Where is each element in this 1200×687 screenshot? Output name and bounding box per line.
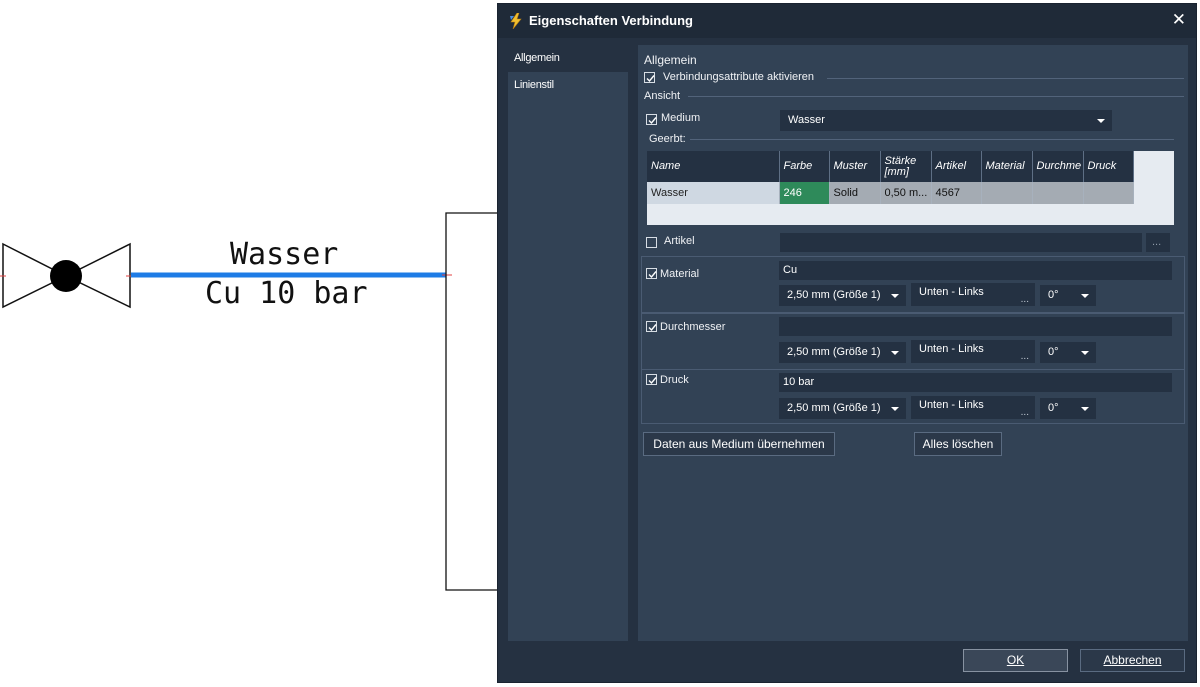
chevron-down-icon bbox=[1081, 294, 1089, 298]
check-icon bbox=[648, 271, 657, 279]
material-angle-select[interactable]: 0° bbox=[1040, 285, 1096, 306]
cancel-button-label: Abbrechen bbox=[1103, 653, 1162, 667]
chevron-down-icon bbox=[891, 351, 899, 355]
chevron-down-icon bbox=[1081, 351, 1089, 355]
durchmesser-label: Durchmesser bbox=[660, 321, 726, 333]
material-position-value: Unten - Links bbox=[919, 286, 984, 298]
durchmesser-size-select[interactable]: 2,50 mm (Größe 1) bbox=[779, 342, 906, 363]
col-druck[interactable]: Druck bbox=[1083, 151, 1134, 182]
durchmesser-position-value: Unten - Links bbox=[919, 343, 984, 355]
druck-checkbox[interactable] bbox=[646, 374, 657, 385]
clear-all-button[interactable]: Alles löschen bbox=[914, 432, 1002, 456]
medium-select[interactable]: Wasser bbox=[780, 110, 1112, 131]
medium-select-value: Wasser bbox=[788, 114, 825, 126]
ok-button[interactable]: OK bbox=[963, 649, 1068, 672]
druck-position-value: Unten - Links bbox=[919, 399, 984, 411]
col-muster[interactable]: Muster bbox=[829, 151, 881, 182]
druck-size-select[interactable]: 2,50 mm (Größe 1) bbox=[779, 398, 906, 419]
col-name[interactable]: Name bbox=[647, 151, 780, 182]
settings-nav: Allgemein Linienstil bbox=[508, 45, 628, 641]
artikel-checkbox[interactable] bbox=[646, 237, 657, 248]
durchmesser-angle-value: 0° bbox=[1048, 346, 1059, 358]
line-label-properties: Cu 10 bar bbox=[205, 276, 368, 311]
drawing-svg bbox=[0, 212, 500, 591]
check-icon bbox=[648, 324, 657, 332]
durchmesser-checkbox[interactable] bbox=[646, 321, 657, 332]
divider bbox=[688, 96, 1184, 97]
nav-item-allgemein[interactable]: Allgemein bbox=[508, 45, 628, 72]
more-icon[interactable]: ... bbox=[1021, 407, 1029, 418]
general-panel: Allgemein Verbindungsattribute aktiviere… bbox=[638, 45, 1188, 641]
druck-angle-select[interactable]: 0° bbox=[1040, 398, 1096, 419]
material-size-select[interactable]: 2,50 mm (Größe 1) bbox=[779, 285, 906, 306]
artikel-browse-button[interactable]: ... bbox=[1146, 233, 1170, 252]
artikel-label: Artikel bbox=[664, 235, 695, 247]
take-over-from-medium-button[interactable]: Daten aus Medium übernehmen bbox=[643, 432, 835, 456]
cell-staerke: 0,50 m... bbox=[880, 182, 932, 204]
dialog-title: Eigenschaften Verbindung bbox=[529, 13, 693, 28]
enable-attributes-checkbox[interactable] bbox=[644, 72, 655, 83]
material-label: Material bbox=[660, 268, 700, 280]
material-angle-value: 0° bbox=[1048, 289, 1059, 301]
material-checkbox[interactable] bbox=[646, 268, 657, 279]
col-staerke[interactable]: Stärke [mm] bbox=[880, 151, 932, 182]
chevron-down-icon bbox=[1081, 407, 1089, 411]
col-staerke-label: Stärke [mm] bbox=[884, 154, 917, 178]
connection-lightning-icon bbox=[510, 13, 522, 29]
divider bbox=[827, 78, 1184, 79]
druck-angle-value: 0° bbox=[1048, 402, 1059, 414]
cell-durchmesser bbox=[1032, 182, 1084, 204]
view-group-label: Ansicht bbox=[644, 90, 681, 102]
artikel-input[interactable] bbox=[780, 233, 1142, 252]
durchmesser-size-value: 2,50 mm (Größe 1) bbox=[787, 346, 881, 358]
drawing-canvas[interactable]: Wasser Cu 10 bar bbox=[0, 0, 500, 687]
cell-name: Wasser bbox=[647, 182, 780, 204]
cell-artikel: 4567 bbox=[931, 182, 982, 204]
valve-symbol[interactable] bbox=[0, 242, 134, 309]
line-label-medium: Wasser bbox=[230, 237, 339, 272]
more-icon[interactable]: ... bbox=[1021, 294, 1029, 305]
material-size-value: 2,50 mm (Größe 1) bbox=[787, 289, 881, 301]
check-icon bbox=[648, 377, 657, 385]
table-header-row: Name Farbe Muster Stärke [mm] Artikel Ma… bbox=[647, 151, 1134, 182]
check-icon bbox=[648, 117, 657, 125]
durchmesser-position-field[interactable]: Unten - Links ... bbox=[911, 340, 1035, 363]
durchmesser-angle-select[interactable]: 0° bbox=[1040, 342, 1096, 363]
section-title: Allgemein bbox=[644, 53, 697, 67]
table-row[interactable]: Wasser 246 Solid 0,50 m... 4567 bbox=[647, 182, 1134, 204]
nav-item-linienstil[interactable]: Linienstil bbox=[508, 72, 628, 99]
inherited-table[interactable]: Name Farbe Muster Stärke [mm] Artikel Ma… bbox=[647, 151, 1174, 225]
cell-material bbox=[981, 182, 1033, 204]
chevron-down-icon bbox=[891, 407, 899, 411]
divider bbox=[690, 139, 1174, 140]
cell-druck bbox=[1083, 182, 1134, 204]
valve-ball bbox=[50, 260, 82, 292]
druck-size-value: 2,50 mm (Größe 1) bbox=[787, 402, 881, 414]
druck-input[interactable]: 10 bar bbox=[779, 373, 1172, 392]
druck-position-field[interactable]: Unten - Links ... bbox=[911, 396, 1035, 419]
cell-muster: Solid bbox=[829, 182, 881, 204]
col-durchmesser[interactable]: Durchme bbox=[1032, 151, 1084, 182]
chevron-down-icon bbox=[891, 294, 899, 298]
col-artikel[interactable]: Artikel bbox=[931, 151, 982, 182]
close-icon[interactable]: ✕ bbox=[1172, 10, 1186, 30]
durchmesser-input[interactable] bbox=[779, 317, 1172, 336]
col-farbe[interactable]: Farbe bbox=[779, 151, 830, 182]
druck-label: Druck bbox=[660, 374, 689, 386]
cancel-button[interactable]: Abbrechen bbox=[1080, 649, 1185, 672]
material-input[interactable]: Cu bbox=[779, 261, 1172, 280]
col-material[interactable]: Material bbox=[981, 151, 1033, 182]
chevron-down-icon bbox=[1097, 119, 1105, 123]
enable-attributes-label: Verbindungsattribute aktivieren bbox=[663, 71, 815, 83]
component-outline bbox=[445, 212, 500, 591]
material-position-field[interactable]: Unten - Links ... bbox=[911, 283, 1035, 306]
medium-label: Medium bbox=[661, 112, 701, 124]
more-icon[interactable]: ... bbox=[1021, 351, 1029, 362]
connection-properties-dialog: Eigenschaften Verbindung ✕ Allgemein Lin… bbox=[497, 3, 1197, 683]
dialog-titlebar[interactable]: Eigenschaften Verbindung ✕ bbox=[498, 4, 1196, 38]
check-icon bbox=[646, 75, 655, 83]
cell-farbe: 246 bbox=[779, 182, 830, 204]
medium-checkbox[interactable] bbox=[646, 114, 657, 125]
inherited-label: Geerbt: bbox=[649, 133, 686, 145]
